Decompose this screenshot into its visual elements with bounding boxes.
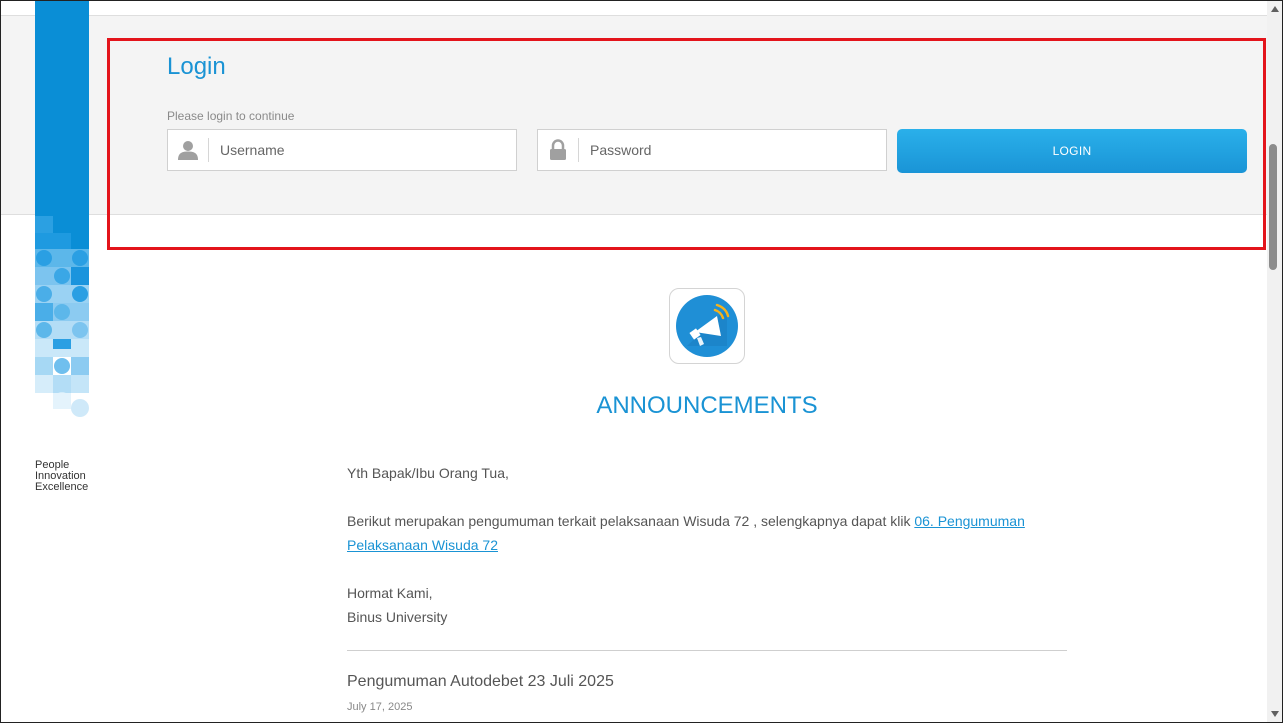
user-icon [168, 138, 209, 162]
scroll-up-arrow-icon[interactable] [1271, 6, 1279, 12]
scrollbar-thumb[interactable] [1269, 144, 1277, 270]
brand-tagline: People Innovation Excellence [35, 460, 88, 493]
username-field[interactable] [167, 129, 517, 171]
vertical-scrollbar[interactable] [1267, 1, 1282, 722]
announcement-body-text: Berikut merupakan pengumuman terkait pel… [347, 513, 915, 529]
password-input[interactable] [579, 131, 872, 169]
announcement-greeting: Yth Bapak/Ibu Orang Tua, [347, 465, 509, 481]
content-divider [347, 650, 1067, 651]
announcement-item-date: July 17, 2025 [347, 701, 413, 713]
brand-pattern-graphic [35, 1, 89, 417]
megaphone-icon [676, 295, 738, 357]
announcement-content: Yth Bapak/Ibu Orang Tua, Berikut merupak… [347, 461, 1067, 629]
tagline-line: Excellence [35, 481, 89, 493]
announcements-title: ANNOUNCEMENTS [596, 392, 818, 419]
brand-strip [35, 1, 89, 419]
login-subtitle: Please login to continue [167, 109, 295, 123]
closing-signature: Binus University [347, 609, 448, 625]
announcement-item-title[interactable]: Pengumuman Autodebet 23 Juli 2025 [347, 673, 614, 691]
page-frame: People Innovation Excellence Login Pleas… [0, 0, 1283, 723]
password-field[interactable] [537, 129, 887, 171]
login-title: Login [167, 53, 226, 80]
login-button[interactable]: LOGIN [897, 129, 1247, 173]
lock-icon [538, 138, 579, 162]
announcement-body: Berikut merupakan pengumuman terkait pel… [347, 509, 1067, 557]
username-input[interactable] [209, 131, 502, 169]
closing-line: Hormat Kami, [347, 585, 433, 601]
scroll-down-arrow-icon[interactable] [1271, 711, 1279, 717]
announcement-app-icon [669, 288, 745, 364]
